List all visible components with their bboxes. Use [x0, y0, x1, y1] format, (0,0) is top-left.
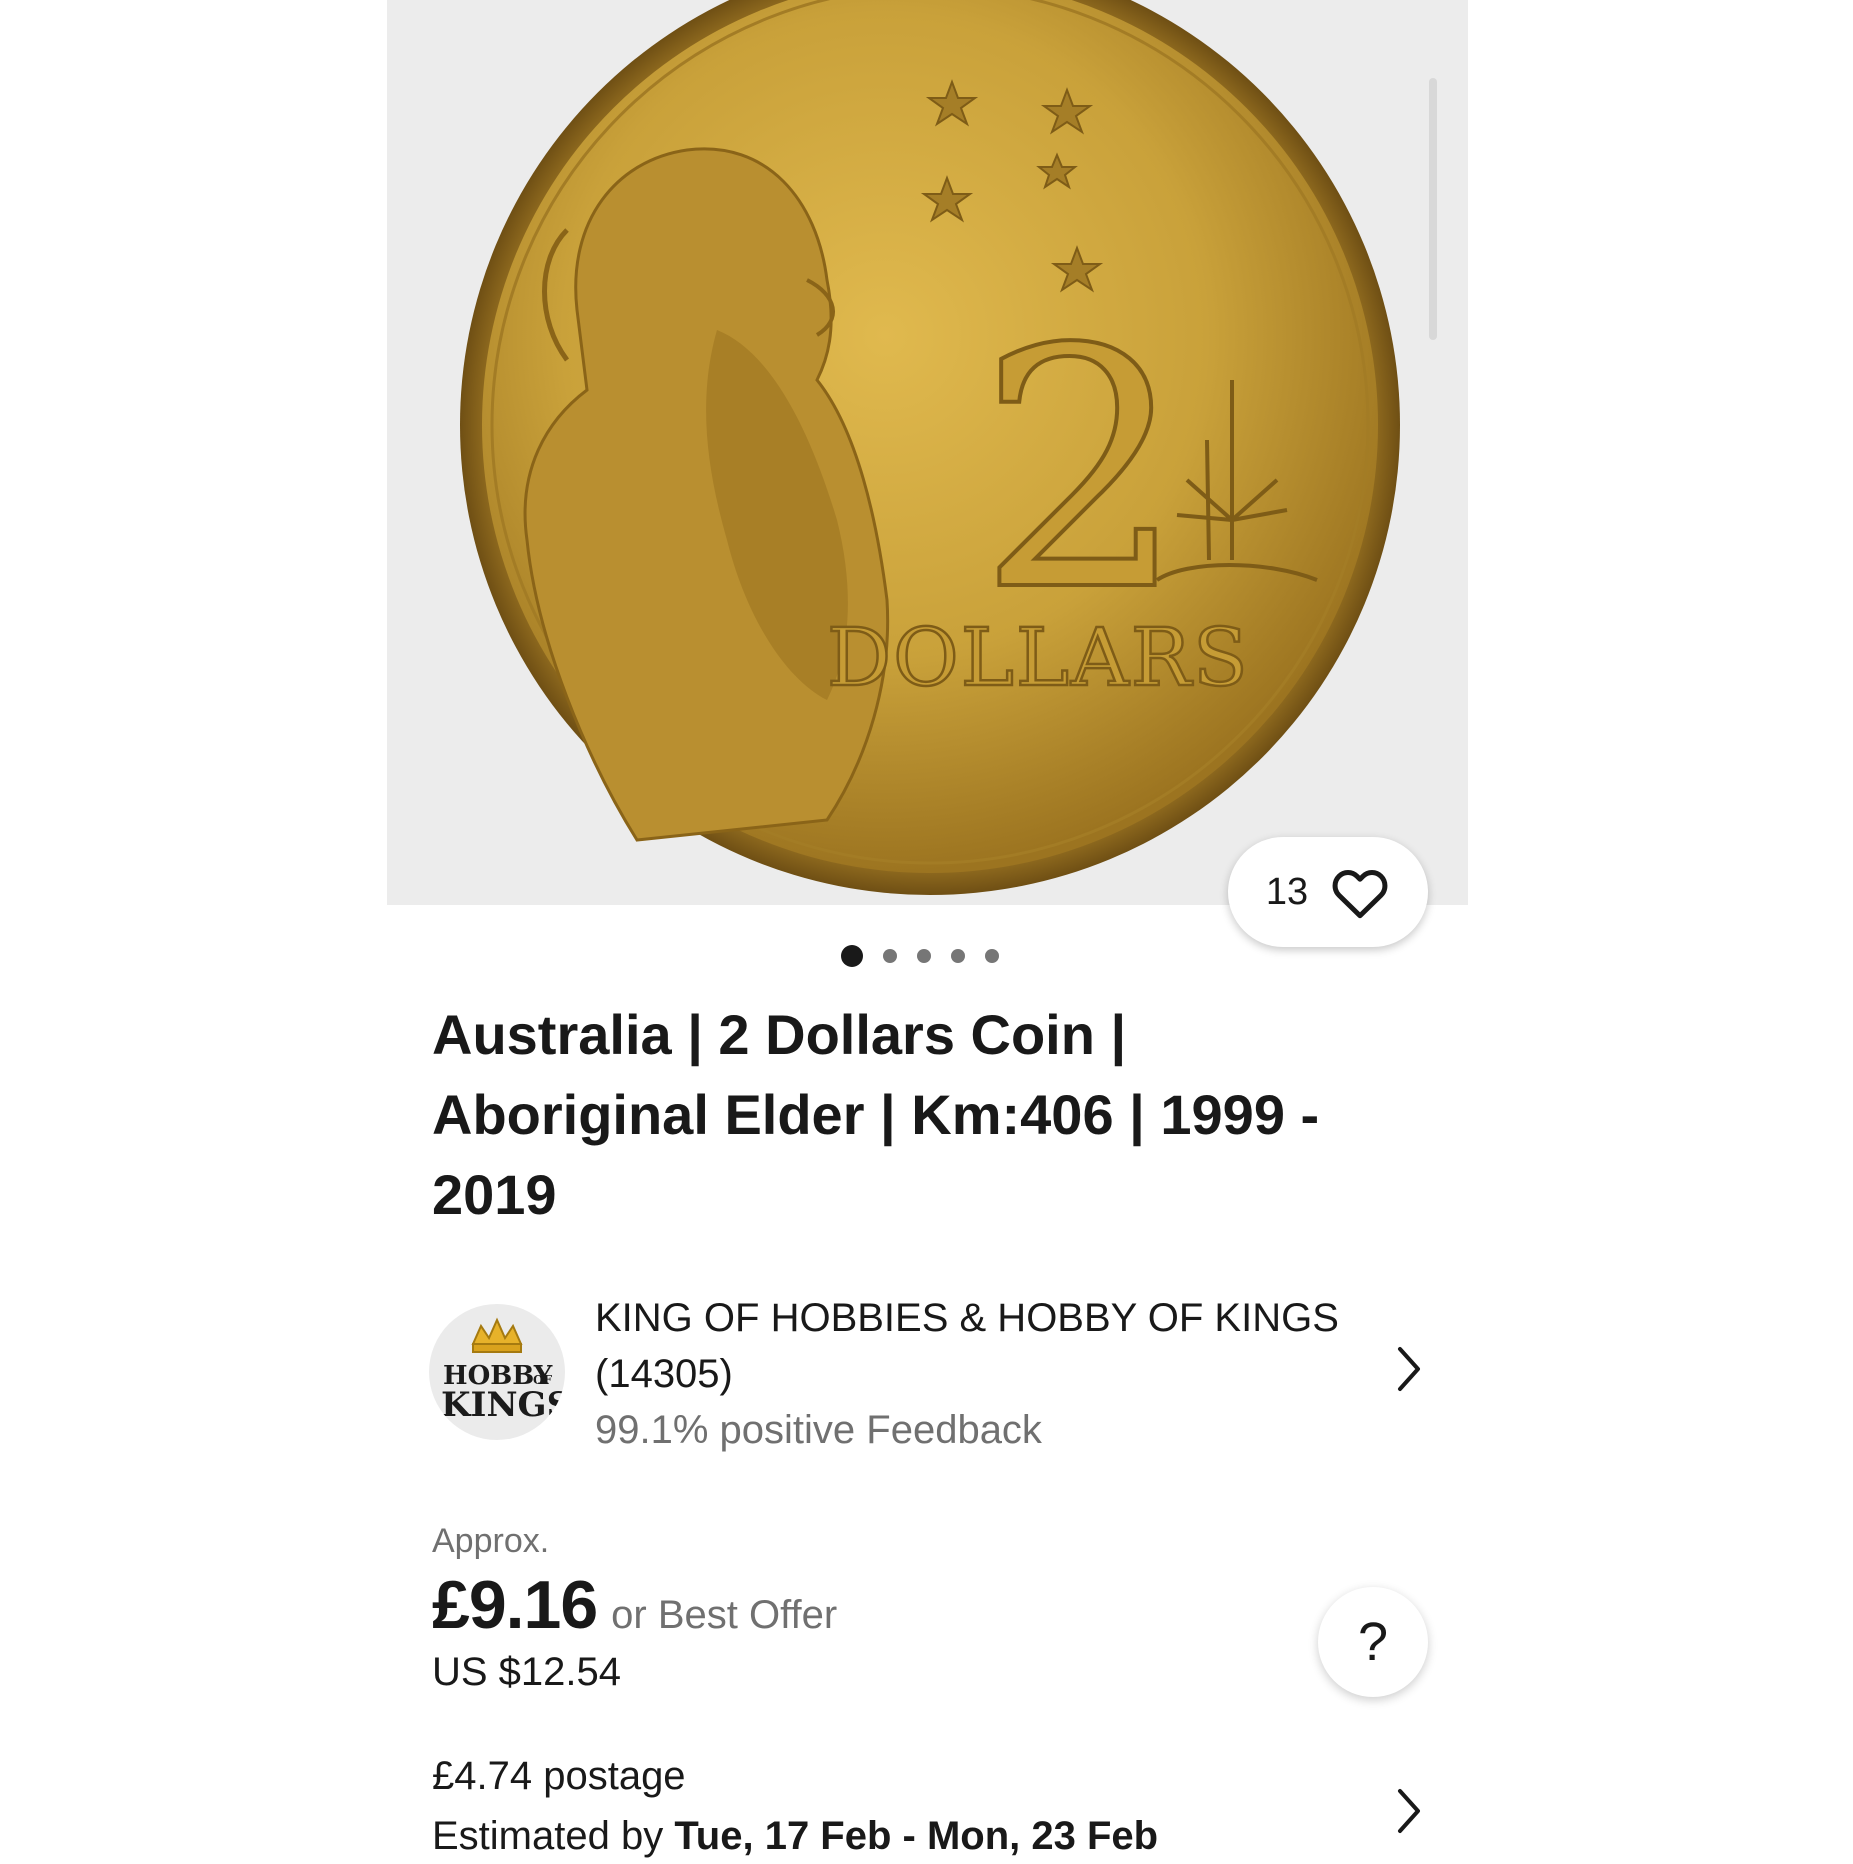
price-section: Approx. £9.16 or Best Offer US $12.54 [432, 1518, 837, 1695]
postage-cost: £4.74 postage [432, 1754, 686, 1798]
crown-icon [471, 1317, 523, 1353]
listing-title: Australia | 2 Dollars Coin | Aboriginal … [432, 1003, 1320, 1226]
watch-count: 13 [1265, 870, 1309, 913]
seller-feedback: 99.1% positive Feedback [595, 1408, 1042, 1452]
image-gallery[interactable]: 2 DOLLARS [387, 0, 1468, 905]
question-icon: ? [1357, 1612, 1389, 1672]
approx-label: Approx. [432, 1522, 550, 1560]
pagination-dot[interactable] [951, 949, 965, 963]
heart-icon [1332, 870, 1388, 919]
price-amount: £9.16 [432, 1567, 598, 1643]
pagination-dot[interactable] [841, 945, 863, 967]
watch-button[interactable]: 13 [1228, 837, 1428, 947]
chevron-right-icon[interactable] [1394, 1345, 1424, 1393]
delivery-dates: Tue, 17 Feb - Mon, 23 Feb [674, 1814, 1159, 1858]
help-button[interactable]: ? [1318, 1587, 1428, 1697]
gallery-pagination [841, 945, 999, 967]
pagination-dot[interactable] [917, 949, 931, 963]
chevron-right-icon[interactable] [1394, 1787, 1424, 1835]
seller-logo: HOBBY OF KINGS [429, 1304, 565, 1440]
delivery-estimate: Estimated by Tue, 17 Feb - Mon, 23 Feb [432, 1814, 1159, 1858]
pagination-dot[interactable] [985, 949, 999, 963]
coin-denomination: DOLLARS [827, 611, 1250, 704]
pagination-dot[interactable] [883, 949, 897, 963]
shipping-section[interactable]: £4.74 postage Estimated by Tue, 17 Feb -… [432, 1748, 1332, 1864]
gallery-scrollbar[interactable] [1429, 78, 1437, 340]
seller-row[interactable]: HOBBY OF KINGS KING OF HOBBIES & HOBBY O… [429, 1290, 1429, 1452]
best-offer-label: or Best Offer [611, 1593, 838, 1637]
usd-price: US $12.54 [432, 1650, 622, 1694]
seller-name[interactable]: KING OF HOBBIES & HOBBY OF KINGS (14305) [595, 1290, 1375, 1402]
svg-text:KINGS: KINGS [441, 1385, 565, 1425]
coin-image[interactable]: 2 DOLLARS [387, 0, 1468, 905]
coin-numeral: 2 [977, 279, 1187, 663]
